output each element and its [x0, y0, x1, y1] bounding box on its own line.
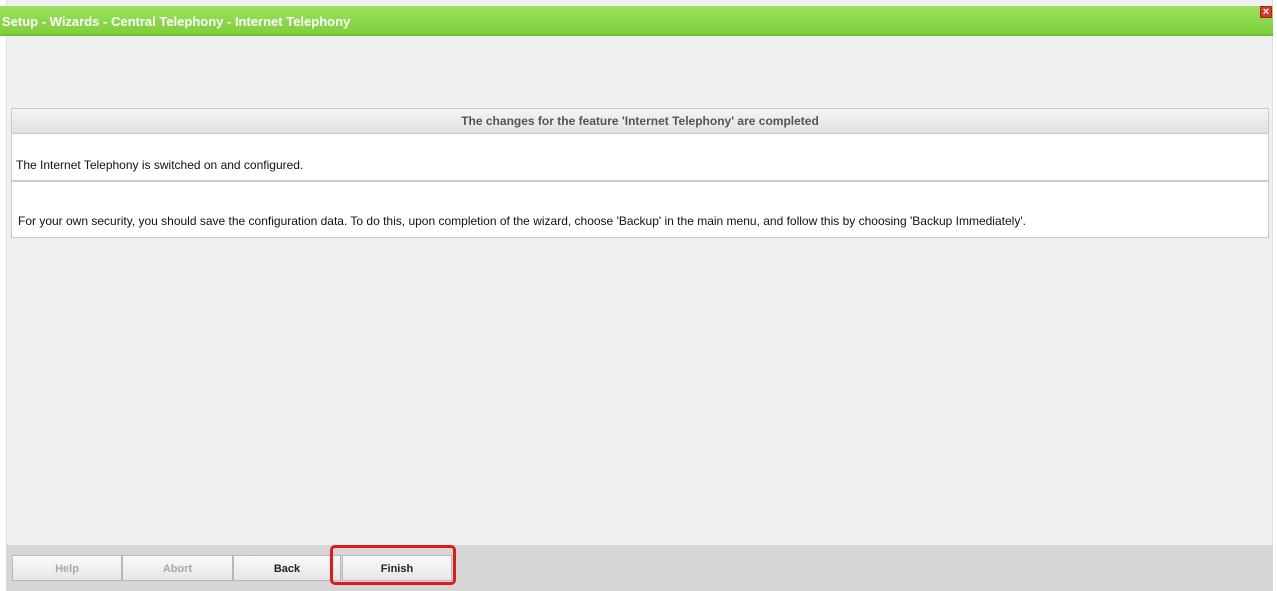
completion-panel: The changes for the feature 'Internet Te… [11, 108, 1269, 238]
title-bar: Setup - Wizards - Central Telephony - In… [0, 6, 1273, 36]
help-button[interactable]: Help [12, 555, 122, 581]
window-title: Setup - Wizards - Central Telephony - In… [2, 14, 351, 29]
abort-button[interactable]: Abort [122, 555, 233, 581]
security-text: For your own security, you should save t… [18, 214, 1026, 228]
button-bar: Help Abort Back Finish [6, 545, 1273, 591]
wizard-window [6, 0, 1273, 591]
back-button[interactable]: Back [233, 555, 341, 581]
finish-button[interactable]: Finish [342, 555, 452, 581]
status-text: The Internet Telephony is switched on an… [12, 134, 1268, 182]
close-icon[interactable]: × [1260, 6, 1272, 18]
panel-header: The changes for the feature 'Internet Te… [12, 109, 1268, 134]
